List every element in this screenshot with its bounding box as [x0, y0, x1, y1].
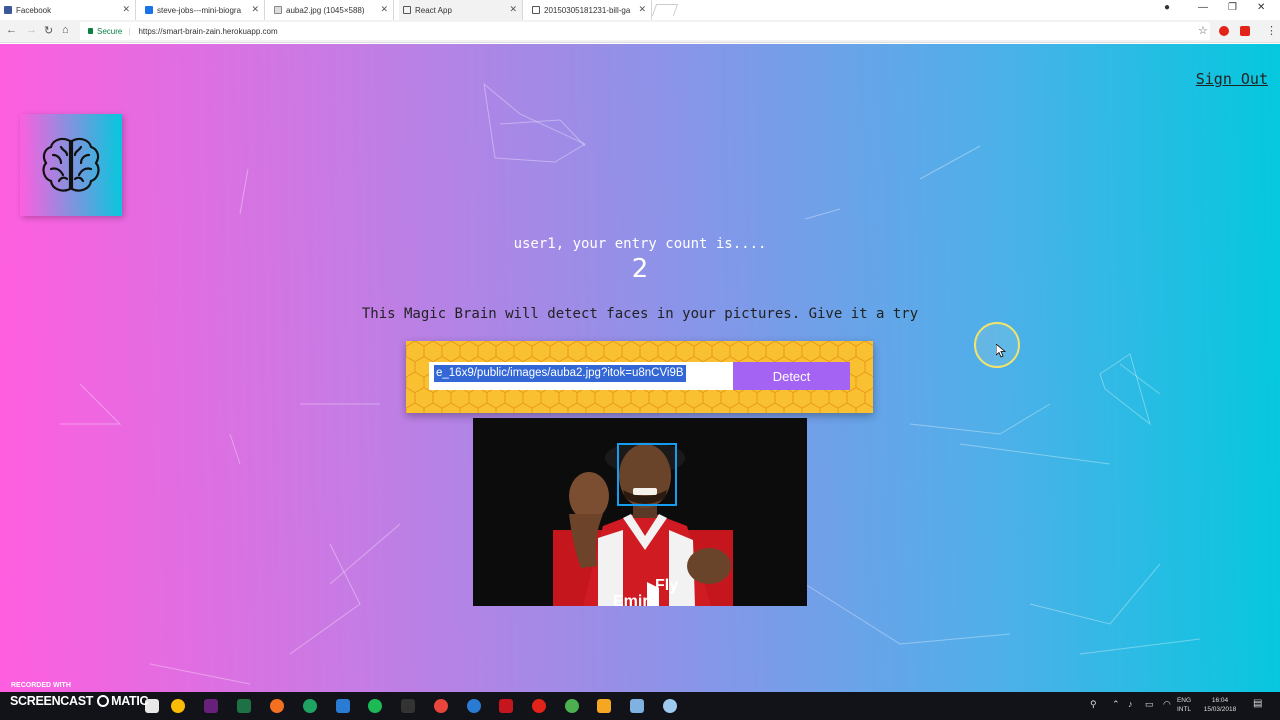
browser-tab-strip: Facebook ✕ steve-jobs---mini-biogra ✕ au…	[0, 0, 1280, 20]
unity-icon[interactable]	[401, 699, 415, 713]
entry-count-label: user1, your entry count is....	[513, 236, 767, 252]
wifi-icon[interactable]: ◠	[1163, 700, 1171, 709]
people-icon[interactable]: ⚲	[1090, 700, 1097, 709]
browser-toolbar: ← → ↻ ⌂ Secure | https://smart-brain-zai…	[0, 20, 1280, 43]
language-indicator[interactable]: ENG INTL	[1172, 696, 1196, 714]
face-detection-image: Fly Emira	[473, 418, 807, 606]
recorded-with-label: RECORDED WITH	[11, 682, 71, 689]
svg-text:Emira: Emira	[613, 593, 658, 606]
tab-close-icon[interactable]: ✕	[251, 4, 259, 15]
blender-icon[interactable]	[270, 699, 284, 713]
excel-icon[interactable]	[237, 699, 251, 713]
blue-app-icon[interactable]	[336, 699, 350, 713]
sign-out-link[interactable]: Sign Out	[1196, 70, 1268, 88]
windows-taskbar: ⚲ ⌃ ♪ ▭ ◠ ENG INTL 16:04 15/03/2018 ▤	[0, 692, 1280, 720]
document-favicon-icon	[274, 6, 282, 14]
brain-icon	[42, 137, 100, 192]
tab-steve-jobs[interactable]: steve-jobs---mini-biogra ✕	[141, 0, 265, 20]
app-tagline: This Magic Brain will detect faces in yo…	[361, 306, 919, 322]
screencast-app-icon[interactable]	[663, 699, 677, 713]
menu-icon[interactable]: ⋮	[1266, 24, 1277, 37]
tab-close-icon[interactable]: ✕	[380, 4, 388, 15]
detect-button[interactable]: Detect	[733, 362, 850, 390]
facebook-favicon-icon	[4, 6, 12, 14]
profile-icon[interactable]: ●	[1164, 2, 1170, 13]
screencast-watermark: SCREENCAST MATIC	[10, 694, 149, 708]
restore-icon[interactable]: ❐	[1228, 2, 1237, 13]
android-app-icon[interactable]	[565, 699, 579, 713]
app-viewport: Sign Out user1, your entry count is.... …	[0, 44, 1280, 692]
entry-count-value: 2	[631, 254, 649, 284]
maps-icon[interactable]	[467, 699, 481, 713]
minimize-icon[interactable]: —	[1198, 2, 1208, 13]
image-url-input[interactable]: e_16x9/public/images/auba2.jpg?itok=u8nC…	[429, 362, 733, 390]
youtube-extension-icon[interactable]	[1240, 26, 1250, 36]
tab-title: auba2.jpg (1045×588)	[286, 5, 365, 15]
record-icon	[97, 695, 110, 707]
battery-icon[interactable]: ▭	[1145, 700, 1154, 709]
visual-studio-icon[interactable]	[204, 699, 218, 713]
forward-icon[interactable]: →	[26, 24, 37, 36]
tab-facebook[interactable]: Facebook ✕	[0, 0, 136, 20]
tab-auba2-image[interactable]: auba2.jpg (1045×588) ✕	[270, 0, 394, 20]
spotify-icon[interactable]	[368, 699, 382, 713]
notification-icon[interactable]: ▤	[1253, 699, 1262, 709]
tab-title: steve-jobs---mini-biogra	[157, 5, 242, 15]
opera-icon[interactable]	[532, 699, 546, 713]
green-app-icon[interactable]	[303, 699, 317, 713]
logo-tilt-card[interactable]	[20, 114, 122, 216]
page-favicon-icon	[145, 6, 153, 14]
tab-close-icon[interactable]: ✕	[638, 4, 646, 15]
document-favicon-icon	[403, 6, 411, 14]
volume-icon[interactable]: ♪	[1128, 700, 1133, 709]
tab-title: 20150305181231-bill-ga	[544, 5, 631, 15]
back-icon[interactable]: ←	[6, 24, 17, 36]
secure-indicator[interactable]: Secure	[88, 27, 122, 36]
image-link-form: e_16x9/public/images/auba2.jpg?itok=u8nC…	[406, 341, 873, 413]
home-icon[interactable]: ⌂	[62, 24, 69, 36]
tab-bill-gates[interactable]: 20150305181231-bill-ga ✕	[528, 0, 652, 20]
url-text: https://smart-brain-zain.herokuapp.com	[138, 26, 278, 36]
clock[interactable]: 16:04 15/03/2018	[1198, 696, 1242, 714]
acrobat-icon[interactable]	[499, 699, 513, 713]
tab-react-app[interactable]: React App ✕	[399, 0, 523, 20]
show-hidden-icons[interactable]: ⌃	[1112, 700, 1120, 709]
image-favicon-icon	[532, 6, 540, 14]
red-app-icon[interactable]	[434, 699, 448, 713]
tab-title: Facebook	[16, 5, 52, 15]
notepad-icon[interactable]	[630, 699, 644, 713]
image-url-selected-text: e_16x9/public/images/auba2.jpg?itok=u8nC…	[434, 365, 686, 382]
chrome-icon[interactable]	[171, 699, 185, 713]
tab-close-icon[interactable]: ✕	[122, 4, 130, 15]
tab-title: React App	[415, 5, 452, 15]
face-bounding-box	[617, 443, 677, 506]
bookmark-star-icon[interactable]: ☆	[1198, 24, 1208, 37]
reload-icon[interactable]: ↻	[44, 24, 53, 37]
close-window-icon[interactable]: ✕	[1257, 2, 1265, 13]
new-tab-button[interactable]	[651, 4, 679, 16]
svg-text:Fly: Fly	[655, 577, 678, 594]
lock-icon	[88, 27, 93, 34]
mouse-cursor-icon	[996, 344, 1006, 358]
sublime-icon[interactable]	[597, 699, 611, 713]
address-bar[interactable]: Secure | https://smart-brain-zain.heroku…	[80, 22, 1210, 40]
opera-extension-icon[interactable]	[1219, 26, 1229, 36]
tab-close-icon[interactable]: ✕	[509, 4, 517, 15]
